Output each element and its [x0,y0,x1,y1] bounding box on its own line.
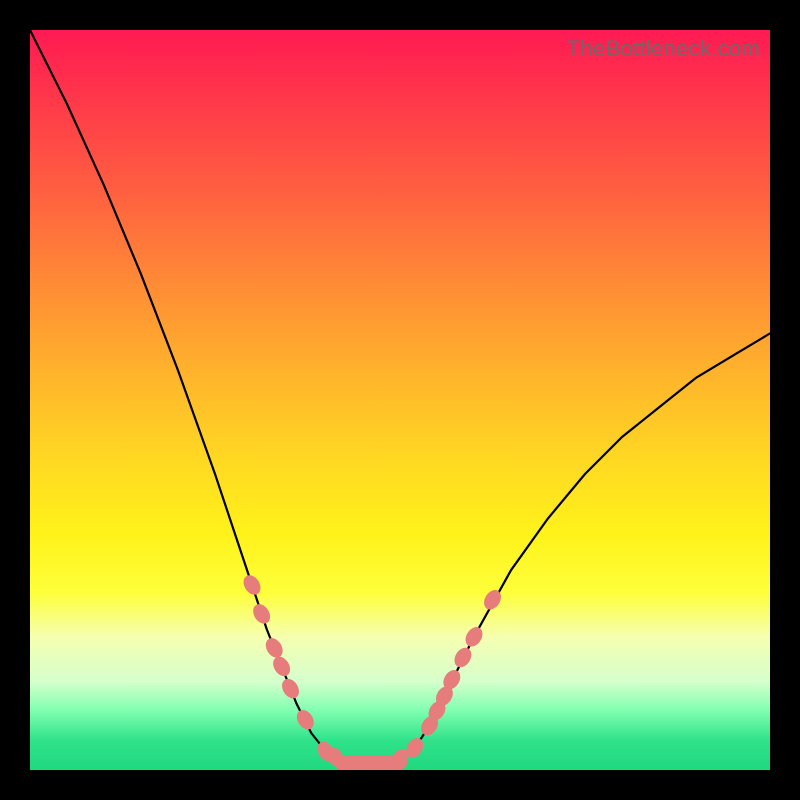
chart-plot-area: TheBottleneck.com [30,30,770,770]
curve-marker [250,601,274,627]
curve-marker [451,645,475,671]
curve-marker [481,587,505,613]
bottleneck-curve-path [30,30,770,763]
chart-svg [30,30,770,770]
curve-marker [270,654,294,680]
curve-marker [462,624,486,650]
chart-frame: TheBottleneck.com [0,0,800,800]
curve-marker [279,676,303,702]
curve-marker [262,635,286,661]
curve-marker [240,572,264,598]
markers-left [240,572,347,769]
curve-marker [293,707,317,733]
